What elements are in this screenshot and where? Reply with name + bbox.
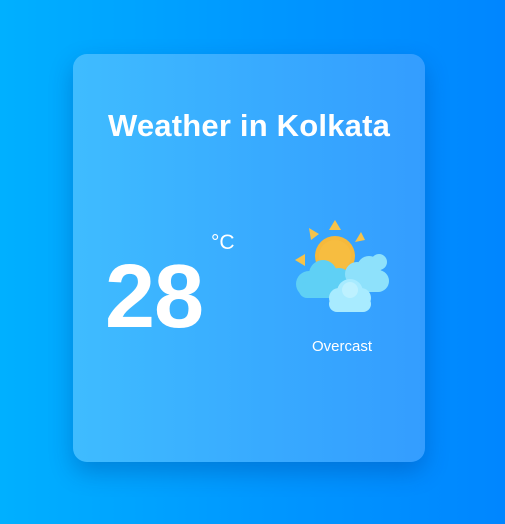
partly-cloudy-sun-icon [295,220,391,316]
page-title: Weather in Kolkata [107,108,391,143]
temperature-value: 28 [105,247,204,347]
temperature-unit: °C [211,231,235,254]
weather-card: Weather in Kolkata 28 °C Overcast [73,54,425,462]
condition-label: Overcast [311,338,372,355]
